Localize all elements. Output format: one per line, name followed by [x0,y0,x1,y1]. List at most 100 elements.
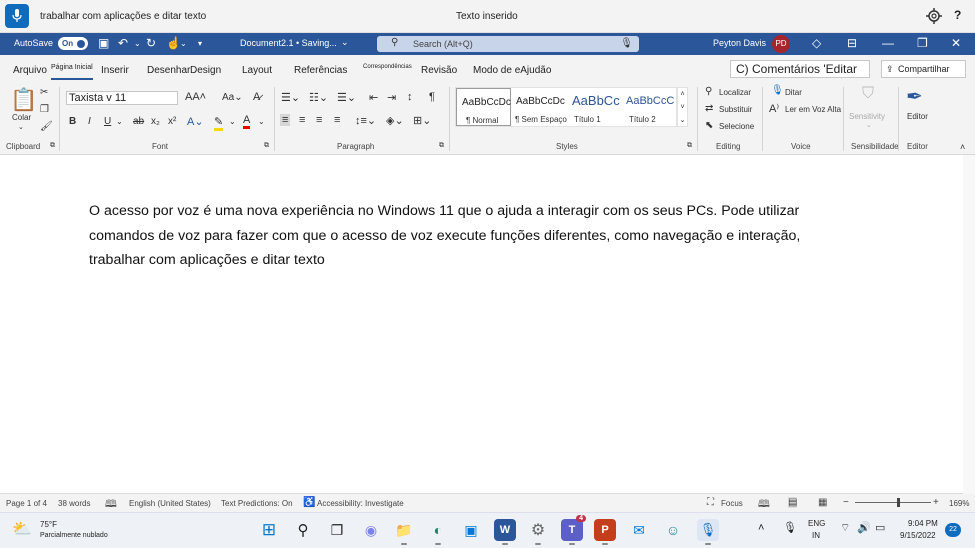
page-count[interactable]: Page 1 of 4 [6,499,47,508]
input-language[interactable]: ENG [808,519,825,528]
read-aloud-button[interactable]: Ler em Voz Alta [785,105,841,114]
style-no-spacing[interactable]: AaBbCcDc ¶ Sem Espaço [512,88,568,126]
chat-icon[interactable]: ◉ [360,519,382,541]
change-case-icon[interactable]: Aa⌄ [222,92,243,103]
help-icon[interactable]: ? [954,8,961,22]
people-icon[interactable]: ☺ [662,519,684,541]
font-name-input[interactable]: Taxista v 11 [66,91,178,105]
cut-icon[interactable]: ✂ [40,87,48,98]
touch-mode-icon[interactable]: ☝ [166,36,181,50]
subscript-icon[interactable]: x₂ [151,116,160,127]
superscript-icon[interactable]: x² [168,116,176,127]
italic-icon[interactable]: I [88,116,91,127]
web-layout-icon[interactable]: ▦ [818,497,827,508]
zoom-slider-thumb[interactable] [897,498,900,507]
search-icon[interactable]: ⚲ [292,519,314,541]
align-right-icon[interactable]: ≡ [316,114,322,126]
chevron-down-icon[interactable]: ⌄ [180,39,187,48]
style-heading-2[interactable]: AaBbCcC Título 2 [624,88,676,126]
styles-scroll[interactable]: ˄ ˅ ⌄ [677,87,688,127]
align-left-icon[interactable]: ≡ [280,114,291,126]
weather-icon[interactable]: ⛅ [12,519,32,539]
restore-icon[interactable]: ❐ [917,36,928,50]
powerpoint-icon[interactable]: P [594,519,616,545]
dialog-launcher-icon[interactable]: ⧉ [439,142,444,150]
edge-icon[interactable]: ◐ [427,519,449,545]
undo-icon[interactable]: ↶ [118,36,128,50]
focus-button[interactable]: Focus [721,499,743,508]
editor-button[interactable]: Editor [907,112,928,121]
paste-icon[interactable]: 📋 [10,87,37,113]
strikethrough-icon[interactable]: ab [133,116,144,127]
user-name[interactable]: Peyton Davis [713,38,766,48]
tab-desenhar[interactable]: Desenhar [147,65,190,76]
autosave-toggle[interactable]: On [58,37,88,50]
sort-icon[interactable]: ↕ [407,91,413,103]
weather-description[interactable]: Parcialmente nublado [40,532,108,539]
share-button[interactable]: ⇪ Compartilhar [881,60,966,78]
battery-icon[interactable]: ▭ [875,521,885,534]
tab-design[interactable]: Design [190,65,221,76]
chevron-down-icon[interactable]: ⌄ [18,123,24,131]
file-explorer-icon[interactable]: 📁 [393,519,415,545]
comments-button[interactable]: C) Comentários 'Editar ⌄ [730,60,870,91]
chevron-down-icon[interactable]: ⌄ [229,117,236,126]
tab-referencias[interactable]: Referências [294,65,347,76]
chevron-down-icon[interactable]: ⌄ [258,117,265,126]
grow-font-icon[interactable]: AA˄ [185,91,206,103]
format-painter-icon[interactable]: 🖌 [40,121,53,132]
justify-icon[interactable]: ≡ [334,114,340,126]
avatar[interactable]: PD [772,35,790,53]
highlight-icon[interactable]: ✎ [214,115,224,131]
decrease-indent-icon[interactable]: ⇤ [369,91,378,104]
mail-icon[interactable]: ✉ [628,519,650,541]
dialog-launcher-icon[interactable]: ⧉ [264,142,269,150]
bullets-icon[interactable]: ☰⌄ [281,91,300,104]
multilevel-list-icon[interactable]: ☰⌄ [337,91,356,104]
minimize-icon[interactable]: — [882,36,894,50]
collapse-ribbon-icon[interactable]: ˄ [960,142,965,152]
shading-icon[interactable]: ◈⌄ [386,114,404,127]
replace-button[interactable]: Substituir [719,105,752,114]
underline-icon[interactable]: U [104,116,111,127]
zoom-level[interactable]: 169% [949,499,969,508]
paste-button[interactable]: Colar [12,113,31,122]
print-layout-icon[interactable]: ▤ [788,497,798,508]
chevron-down-icon[interactable]: ⌄ [341,37,349,48]
close-icon[interactable]: ✕ [951,36,961,50]
microphone-icon[interactable]: 🎙 [620,38,633,49]
notification-badge[interactable]: 22 [945,523,961,537]
ribbon-display-icon[interactable]: ⊟ [847,36,857,50]
microphone-icon[interactable]: 🎙 [783,521,797,534]
tab-arquivo[interactable]: Arquivo [13,65,47,76]
store-icon[interactable]: ▣ [460,519,482,541]
document-canvas[interactable]: O acesso por voz é uma nova experiência … [0,155,975,494]
chevron-down-icon[interactable]: ⌄ [134,39,141,48]
diamond-icon[interactable]: ◇ [812,36,821,50]
gear-icon[interactable] [925,7,943,25]
word-count[interactable]: 38 words [58,499,90,508]
vertical-scrollbar[interactable] [963,155,975,494]
dialog-launcher-icon[interactable]: ⧉ [687,142,692,150]
numbering-icon[interactable]: ☷⌄ [309,91,328,104]
settings-icon[interactable]: ⚙ [527,519,549,545]
borders-icon[interactable]: ⊞⌄ [413,114,431,127]
weather-temp[interactable]: 75°F [40,520,57,529]
tab-modo-ajuda[interactable]: Modo de eAjudão [473,65,551,76]
tab-inserir[interactable]: Inserir [101,65,129,76]
zoom-out-icon[interactable]: − [843,497,849,508]
teams-icon[interactable]: T4 [561,515,586,545]
increase-indent-icon[interactable]: ⇥ [387,91,396,104]
document-name[interactable]: Document2.1 • Saving... [240,38,337,48]
show-formatting-icon[interactable]: ¶ [429,91,435,103]
chevron-down-icon[interactable]: ⌄ [116,117,123,126]
search-input[interactable]: ⚲ Search (Alt+Q) 🎙 [377,36,639,52]
tab-revisao[interactable]: Revisão [421,65,457,76]
clock-time[interactable]: 9:04 PM [908,519,938,528]
line-spacing-icon[interactable]: ↕≡⌄ [355,114,376,127]
volume-icon[interactable]: 🔊 [857,521,871,534]
dictate-button[interactable]: Ditar [785,88,802,97]
show-hidden-icons-icon[interactable]: ˄ [758,522,764,534]
align-center-icon[interactable]: ≡ [299,114,305,126]
copy-icon[interactable]: ❐ [40,104,49,115]
